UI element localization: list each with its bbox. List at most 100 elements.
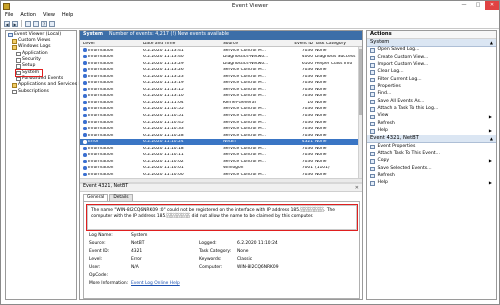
action-item[interactable]: Attach a Task To this Log... bbox=[367, 106, 496, 113]
info-icon bbox=[83, 94, 87, 98]
menu-action[interactable]: Action bbox=[20, 12, 36, 18]
event-source: Service Control M... bbox=[223, 74, 266, 79]
menu-view[interactable]: View bbox=[43, 12, 55, 18]
detail-header: Event 4321, NetBT ✕ bbox=[80, 184, 362, 192]
actions-pane: Actions System ▲ Open Saved Log... Create Cu… bbox=[366, 30, 497, 300]
submenu-arrow-icon: ▶ bbox=[488, 128, 492, 134]
action-item[interactable]: Clear Log... bbox=[367, 69, 496, 76]
online-help-link[interactable]: Event Log Online Help bbox=[131, 281, 180, 286]
action-item[interactable]: Filter Current Log... bbox=[367, 76, 496, 83]
tab-general[interactable]: General bbox=[83, 194, 109, 201]
actions-section-system[interactable]: System ▲ bbox=[367, 39, 496, 47]
event-level: Error bbox=[88, 140, 99, 145]
action-item[interactable]: Help ▶ bbox=[367, 180, 496, 187]
col-task[interactable]: Task Category bbox=[315, 42, 362, 46]
collapse-icon[interactable]: ▲ bbox=[490, 40, 493, 45]
event-date: 6.2.2020 11:10:28 bbox=[143, 133, 184, 138]
action-item[interactable]: Open Saved Log... bbox=[367, 47, 496, 54]
action-item[interactable]: Save All Events As... bbox=[367, 98, 496, 105]
info-icon bbox=[83, 74, 87, 79]
action-item[interactable]: Copy ▶ bbox=[367, 158, 496, 165]
action-item[interactable]: Find... bbox=[367, 91, 496, 98]
maximize-button[interactable]: □ bbox=[471, 1, 485, 10]
close-detail-icon[interactable]: ✕ bbox=[355, 185, 359, 191]
menu-file[interactable]: File bbox=[5, 12, 13, 18]
event-task: (1101) bbox=[315, 166, 330, 171]
save-icon bbox=[370, 99, 375, 105]
event-task: None bbox=[315, 107, 327, 112]
col-source[interactable]: Source bbox=[223, 42, 293, 46]
menu-help[interactable]: Help bbox=[62, 12, 73, 18]
logged-label: Logged: bbox=[199, 241, 217, 246]
back-icon[interactable]: ◀ bbox=[4, 20, 10, 27]
event-row[interactable]: Information 6.2.2020 11:10:00 Service Cont… bbox=[80, 171, 362, 178]
keywords-value: Classic bbox=[237, 257, 253, 262]
user-label: User: bbox=[89, 265, 101, 270]
event-task: Diagnosis Success bbox=[315, 55, 356, 60]
log-icon bbox=[12, 89, 17, 95]
tree-item-label: Application bbox=[22, 50, 48, 56]
help-icon bbox=[370, 181, 375, 186]
tree-item-label: Forwarded Events bbox=[22, 75, 64, 81]
action-label: Copy bbox=[377, 158, 390, 164]
action-item[interactable]: Refresh bbox=[367, 173, 496, 180]
help-icon[interactable]: ? bbox=[41, 20, 47, 27]
close-button[interactable]: ✕ bbox=[485, 1, 499, 10]
message-highlight bbox=[86, 204, 358, 231]
event-source: Service Control M... bbox=[223, 113, 266, 118]
scroll-thumb[interactable] bbox=[359, 49, 362, 115]
event-date: 6.2.2020 11:10:00 bbox=[143, 172, 184, 177]
tree-item[interactable]: Subscriptions bbox=[6, 89, 76, 95]
action-item[interactable]: Attach Task To This Event... bbox=[367, 150, 496, 157]
event-level: Information bbox=[88, 81, 114, 86]
event-task: None bbox=[315, 159, 327, 164]
up-folder-icon[interactable] bbox=[25, 20, 31, 27]
event-source: Service Control M... bbox=[223, 48, 266, 53]
task-icon bbox=[370, 151, 375, 157]
minimize-button[interactable]: — bbox=[457, 1, 471, 10]
actions-section-event[interactable]: Event 4321, NetBT ▲ bbox=[367, 135, 496, 144]
event-task: Helper Class Info bbox=[315, 61, 353, 66]
action-item[interactable]: Refresh bbox=[367, 120, 496, 127]
events-vertical-scrollbar[interactable] bbox=[358, 47, 362, 178]
submenu-arrow-icon: ▶ bbox=[488, 180, 492, 186]
log-name: System bbox=[83, 32, 103, 38]
event-date: 6.2.2020 11:13:26 bbox=[143, 68, 184, 73]
open-folder-icon bbox=[370, 48, 375, 53]
event-date: 6.2.2020 11:10:55 bbox=[143, 107, 184, 112]
col-date[interactable]: Date and Time bbox=[143, 42, 221, 46]
action-item[interactable]: View ▶ bbox=[367, 113, 496, 120]
info-icon bbox=[83, 61, 87, 65]
collapse-icon[interactable]: ▲ bbox=[490, 136, 493, 141]
action-pane-icon[interactable] bbox=[49, 20, 55, 27]
action-item[interactable]: Properties bbox=[367, 84, 496, 91]
action-item[interactable]: Event Properties bbox=[367, 143, 496, 150]
event-date: 6.2.2020 11:10:24 bbox=[143, 140, 184, 145]
action-item[interactable]: Save Selected Events... bbox=[367, 165, 496, 172]
event-id: 7036 bbox=[301, 94, 313, 99]
forward-icon[interactable]: ▶ bbox=[12, 20, 18, 27]
find-icon bbox=[370, 92, 375, 97]
window-title: Event Viewer bbox=[231, 2, 269, 9]
event-source: Service Control M... bbox=[223, 133, 266, 138]
col-event-id[interactable]: Event ID bbox=[293, 42, 313, 46]
show-hide-tree-icon[interactable] bbox=[33, 20, 39, 27]
info-icon bbox=[83, 48, 87, 52]
event-id: 7036 bbox=[301, 120, 313, 125]
clear-log-icon bbox=[370, 70, 375, 75]
action-item[interactable]: Help ▶ bbox=[367, 128, 496, 135]
log-icon bbox=[16, 76, 21, 82]
filter-icon bbox=[370, 77, 375, 83]
tab-details[interactable]: Details bbox=[109, 194, 133, 201]
action-item[interactable]: Import Custom View... bbox=[367, 62, 496, 69]
folder-icon bbox=[12, 39, 17, 44]
logged-value: 6.2.2020 11:10:24 bbox=[237, 241, 278, 246]
action-item[interactable]: Create Custom View... bbox=[367, 54, 496, 61]
event-source: Service Control M... bbox=[223, 127, 266, 132]
event-level: Information bbox=[88, 113, 114, 118]
event-id: 7036 bbox=[301, 87, 313, 92]
col-level[interactable]: Level bbox=[83, 42, 141, 46]
event-id: 7036 bbox=[301, 159, 313, 164]
event-source: Service Control M... bbox=[223, 81, 266, 86]
action-label: Properties bbox=[377, 84, 401, 90]
